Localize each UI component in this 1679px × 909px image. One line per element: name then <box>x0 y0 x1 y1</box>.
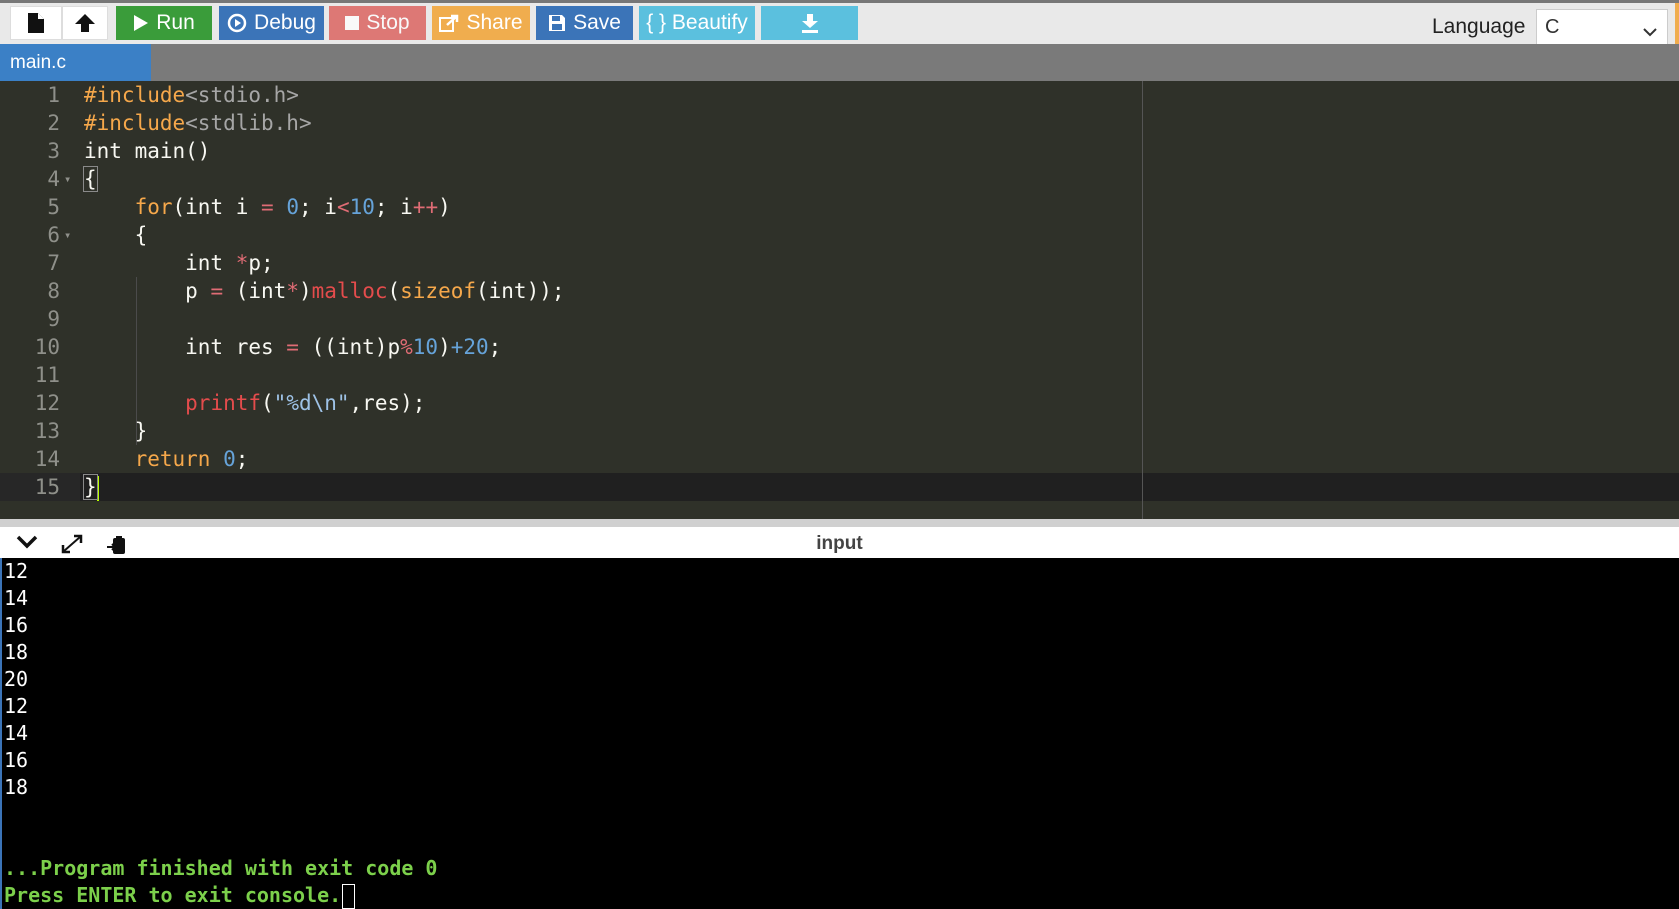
console-line: 14 <box>4 586 29 610</box>
download-button[interactable] <box>761 6 858 40</box>
code-line: 7 int *p; <box>47 251 274 275</box>
toolbar: Run Debug Stop Share Save { } Beautify L… <box>0 0 1679 47</box>
save-label: Save <box>573 11 621 34</box>
stop-label: Stop <box>366 11 410 34</box>
text-cursor <box>96 475 99 501</box>
console-line: 16 <box>4 613 29 637</box>
fold-arrow-icon: ▾ <box>64 172 72 186</box>
language-label: Language <box>1432 15 1526 38</box>
code-line: 4 ▾{ <box>47 166 98 192</box>
console-line: 14 <box>4 721 29 745</box>
share-button[interactable]: Share <box>432 6 530 40</box>
console-line: 18 <box>4 775 29 799</box>
chevron-down-icon <box>1643 20 1657 43</box>
code-line: 11 <box>34 363 60 387</box>
console-output[interactable]: 12 14 16 18 20 12 14 16 18 ...Program fi… <box>0 558 1679 909</box>
toolbar-edge <box>1675 3 1679 47</box>
debug-button[interactable]: Debug <box>219 6 324 40</box>
new-file-button[interactable] <box>10 6 62 40</box>
console-line: 18 <box>4 640 29 664</box>
debug-icon <box>227 13 247 33</box>
code-line: 14 return 0; <box>34 447 249 471</box>
stop-button[interactable]: Stop <box>329 6 426 40</box>
code-line: 6 ▾ { <box>47 223 148 247</box>
code-line: 12 printf("%d\n",res); <box>34 391 426 415</box>
floppy-icon <box>548 14 566 32</box>
terminal-cursor <box>342 884 356 909</box>
download-icon <box>800 13 820 33</box>
exit-prompt-line: Press ENTER to exit console. <box>4 882 356 909</box>
console-line: 20 <box>4 667 29 691</box>
code-line: 9 <box>47 307 60 331</box>
exit-prompt: Press ENTER to exit console. <box>4 883 342 907</box>
upload-button[interactable] <box>62 6 108 40</box>
code-line: 2 #include<stdlib.h> <box>47 111 312 135</box>
share-label: Share <box>466 11 523 34</box>
code-line: 1 #include<stdio.h> <box>47 83 299 107</box>
file-icon <box>27 12 45 34</box>
run-button[interactable]: Run <box>116 6 212 40</box>
finished-message: ...Program finished with exit code 0 <box>4 856 438 880</box>
code-line: 15} <box>34 474 99 501</box>
code-line: 10 int res = ((int)p%10)+20; <box>34 335 502 359</box>
beautify-label: { } Beautify <box>646 11 748 34</box>
code-editor[interactable]: 1 #include<stdio.h> 2 #include<stdlib.h> 3… <box>0 81 1679 519</box>
stop-icon <box>345 16 360 30</box>
debug-label: Debug <box>254 11 316 34</box>
save-button[interactable]: Save <box>536 6 633 40</box>
language-value: C <box>1545 15 1560 38</box>
code-line: 8 p = (int*)malloc(sizeof(int)); <box>47 279 565 303</box>
code-line: 3 int main() <box>47 139 211 163</box>
beautify-button[interactable]: { } Beautify <box>639 6 755 40</box>
share-icon <box>439 14 459 32</box>
code-line: 13 } <box>34 419 148 443</box>
output-title: input <box>816 533 863 554</box>
fold-arrow-icon: ▾ <box>64 228 72 242</box>
tab-label: main.c <box>10 51 66 73</box>
output-header: input <box>0 519 1679 558</box>
language-select[interactable]: C <box>1536 9 1668 45</box>
console-line: 12 <box>4 559 29 583</box>
play-icon <box>133 14 149 32</box>
run-label: Run <box>156 11 195 34</box>
console-line: 12 <box>4 694 29 718</box>
tab-main-c[interactable]: main.c <box>0 44 151 81</box>
console-line: 16 <box>4 748 29 772</box>
code-line: 5 for(int i = 0; i<10; i++) <box>47 195 451 219</box>
tab-bar: main.c <box>0 44 1679 81</box>
upload-icon <box>73 12 97 34</box>
